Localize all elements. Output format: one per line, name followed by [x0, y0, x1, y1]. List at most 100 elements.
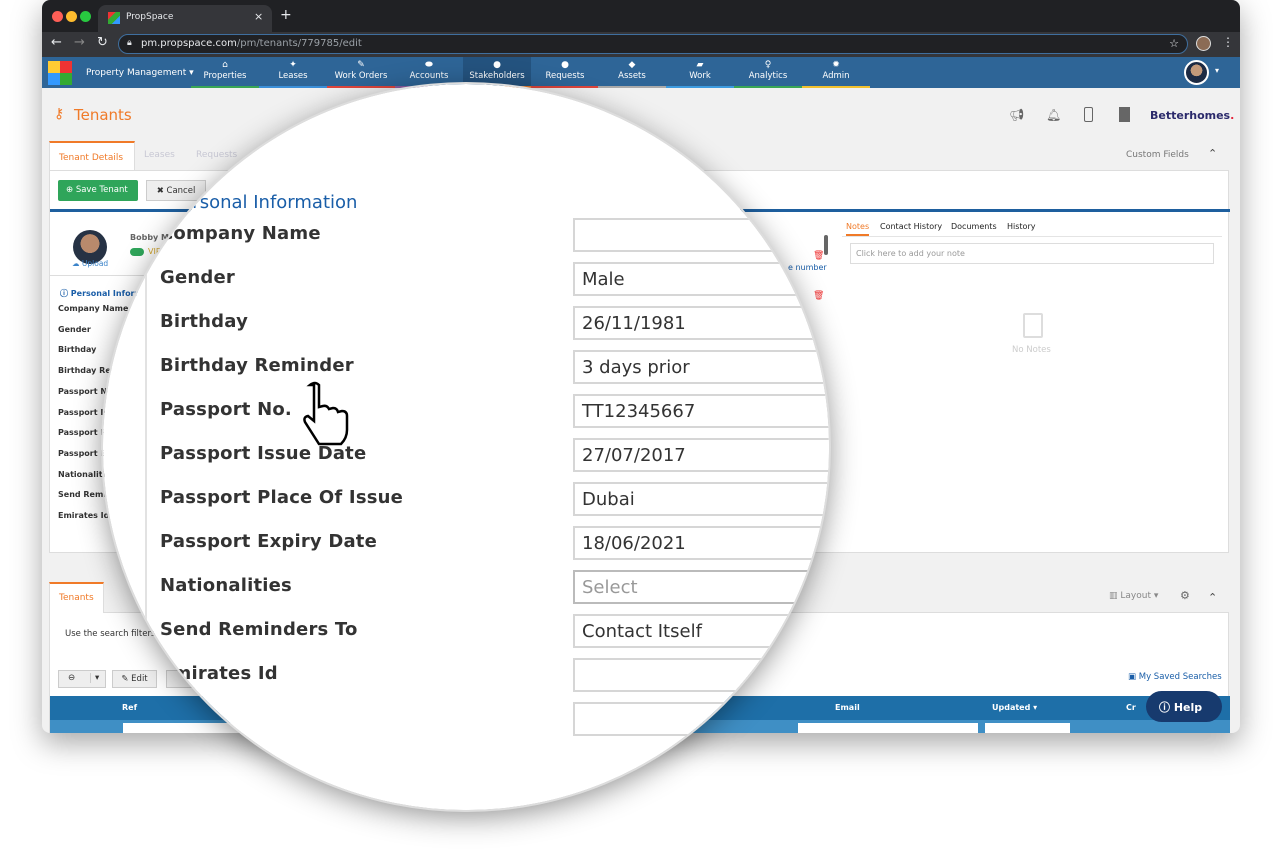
empty-document-icon — [1023, 313, 1043, 338]
home-icon: ⌂ — [222, 60, 228, 70]
field-label: Send Remi — [58, 490, 107, 500]
url-host: pm.propspace.com — [141, 38, 237, 49]
browser-tab-bar: PropSpace × + — [42, 0, 1240, 32]
table-header: Ref Email Updated ▾ Cr — [50, 696, 1230, 720]
user-avatar[interactable] — [1184, 60, 1209, 85]
nav-item-work[interactable]: ▰ Work — [666, 57, 734, 88]
tab-leases[interactable]: Leases — [144, 150, 175, 160]
notes-tabs: Notes Contact History Documents History — [842, 221, 1222, 237]
save-tenant-button[interactable]: ⊕ Save Tenant — [58, 180, 138, 201]
trash-icon[interactable]: 🗑︎ — [813, 251, 824, 261]
notes-tab-documents[interactable]: Documents — [951, 222, 997, 231]
custom-fields-link[interactable]: Custom Fields — [1126, 150, 1189, 160]
nav-label: Leases — [278, 71, 308, 81]
collapse-chevron-icon[interactable]: ⌃ — [1208, 147, 1217, 160]
nav-item-accounts[interactable]: ⬬ Accounts — [395, 57, 463, 88]
column-created[interactable]: Cr — [1126, 703, 1136, 712]
nav-underline — [327, 86, 395, 88]
maximize-window-button[interactable] — [80, 11, 91, 22]
propspace-logo[interactable] — [48, 61, 72, 85]
browser-tab[interactable]: PropSpace × — [98, 5, 272, 32]
bookmark-star-icon[interactable]: ☆ — [1169, 37, 1179, 50]
ref-filter-input[interactable] — [123, 723, 303, 733]
search-hint: Use the search filters — [65, 629, 156, 639]
nav-item-work-orders[interactable]: ✎ Work Orders — [327, 57, 395, 88]
notes-tab-contact-history[interactable]: Contact History — [880, 222, 942, 231]
handshake-icon: ✦ — [289, 60, 297, 70]
nav-label: Requests — [545, 71, 585, 81]
column-email[interactable]: Email — [835, 703, 860, 712]
reload-icon[interactable]: ↻ — [97, 35, 108, 50]
nav-item-requests[interactable]: ● Requests — [531, 57, 599, 88]
vip-label: VIP — [148, 247, 161, 256]
nav-item-analytics[interactable]: ♀ Analytics — [734, 57, 802, 88]
column-updated[interactable]: Updated ▾ — [992, 703, 1037, 712]
save-label: Save Tenant — [75, 185, 128, 195]
cancel-button[interactable]: ✖ Cancel — [146, 180, 206, 201]
forward-icon[interactable]: → — [74, 35, 85, 50]
upload-link[interactable]: ☁ Upload — [72, 259, 108, 268]
edit-button[interactable]: ✎ Edit — [112, 670, 157, 688]
browser-menu-icon[interactable]: ⋮ — [1222, 35, 1234, 49]
form-scrollbar[interactable] — [824, 235, 828, 255]
notes-tab-history[interactable]: History — [1007, 222, 1035, 231]
module-dropdown[interactable]: Property Management ▾ — [86, 68, 194, 78]
tenant-name: Bobby M — [130, 233, 170, 242]
user-menu-caret-icon[interactable]: ▾ — [1215, 66, 1219, 75]
mobile-icon[interactable] — [1084, 107, 1093, 122]
nav-label: Analytics — [748, 71, 788, 81]
minimize-window-button[interactable] — [66, 11, 77, 22]
nav-label: Accounts — [409, 71, 449, 81]
settings-gear-icon[interactable]: ⚙ — [1180, 589, 1190, 602]
edit-label: Edit — [131, 674, 148, 684]
bell-icon[interactable]: 🔔︎ — [1046, 108, 1061, 122]
clipboard-icon: ✎ — [357, 60, 365, 70]
notes-tab-notes[interactable]: Notes — [846, 222, 870, 236]
profile-avatar[interactable] — [1196, 36, 1211, 51]
upload-label: Upload — [81, 259, 109, 268]
url-field[interactable]: 🔒︎ pm.propspace.com/pm/tenants/779785/ed… — [118, 34, 1188, 54]
nav-item-stakeholders[interactable]: ● Stakeholders — [463, 57, 531, 88]
updated-filter-input[interactable] — [985, 723, 1070, 733]
nav-underline — [259, 86, 327, 88]
help-label: Help — [1173, 701, 1203, 714]
help-button[interactable]: ⓘ Help — [1146, 691, 1222, 722]
nav-item-assets[interactable]: ◆ Assets — [598, 57, 666, 88]
vip-toggle[interactable] — [130, 248, 144, 256]
column-ref[interactable]: Ref — [122, 703, 137, 712]
url-path: /pm/tenants/779785/edit — [236, 38, 362, 49]
saved-searches-link[interactable]: ▣ My Saved Searches — [1128, 672, 1222, 682]
field-label: Nationaliti — [58, 469, 106, 479]
nav-item-leases[interactable]: ✦ Leases — [259, 57, 327, 88]
collapse-chevron-icon[interactable]: ⌃ — [1208, 591, 1217, 604]
bulk-action-dropdown[interactable]: ⊖ ▾ — [58, 670, 106, 688]
lock-icon: 🔒︎ — [127, 38, 132, 48]
email-button[interactable] — [166, 670, 206, 688]
field-label: Passport Is — [58, 407, 109, 417]
user-icon: ● — [493, 60, 501, 70]
minus-circle-icon: ⊖ — [68, 673, 76, 683]
caret-down-icon: ▾ — [90, 673, 99, 683]
megaphone-icon[interactable]: 📢︎ — [1009, 108, 1024, 122]
key-icon: ⚷ — [54, 106, 65, 122]
new-tab-button[interactable]: + — [280, 7, 292, 23]
nav-underline — [598, 86, 666, 88]
add-phone-link[interactable]: e number — [788, 263, 827, 272]
tab-close-icon[interactable]: × — [254, 10, 263, 23]
lightbulb-icon: ♀ — [764, 60, 772, 70]
document-icon[interactable] — [1119, 107, 1130, 122]
nav-item-properties[interactable]: ⌂ Properties — [191, 57, 259, 88]
tab-tenant-details[interactable]: Tenant Details — [49, 141, 135, 171]
close-window-button[interactable] — [52, 11, 63, 22]
briefcase-icon: ▰ — [696, 60, 704, 70]
nav-item-admin[interactable]: ✹ Admin — [802, 57, 870, 88]
trash-icon[interactable]: 🗑︎ — [813, 291, 824, 301]
comment-icon: ● — [561, 60, 569, 70]
back-icon[interactable]: ← — [51, 35, 62, 50]
email-filter-input[interactable] — [798, 723, 978, 733]
layout-dropdown[interactable]: ▥ Layout ▾ — [1109, 591, 1158, 601]
tab-tenants-list[interactable]: Tenants — [49, 582, 104, 613]
add-note-input[interactable]: Click here to add your note — [850, 243, 1214, 264]
nav-label: Stakeholders — [469, 71, 525, 81]
tab-requests[interactable]: Requests — [196, 150, 237, 160]
